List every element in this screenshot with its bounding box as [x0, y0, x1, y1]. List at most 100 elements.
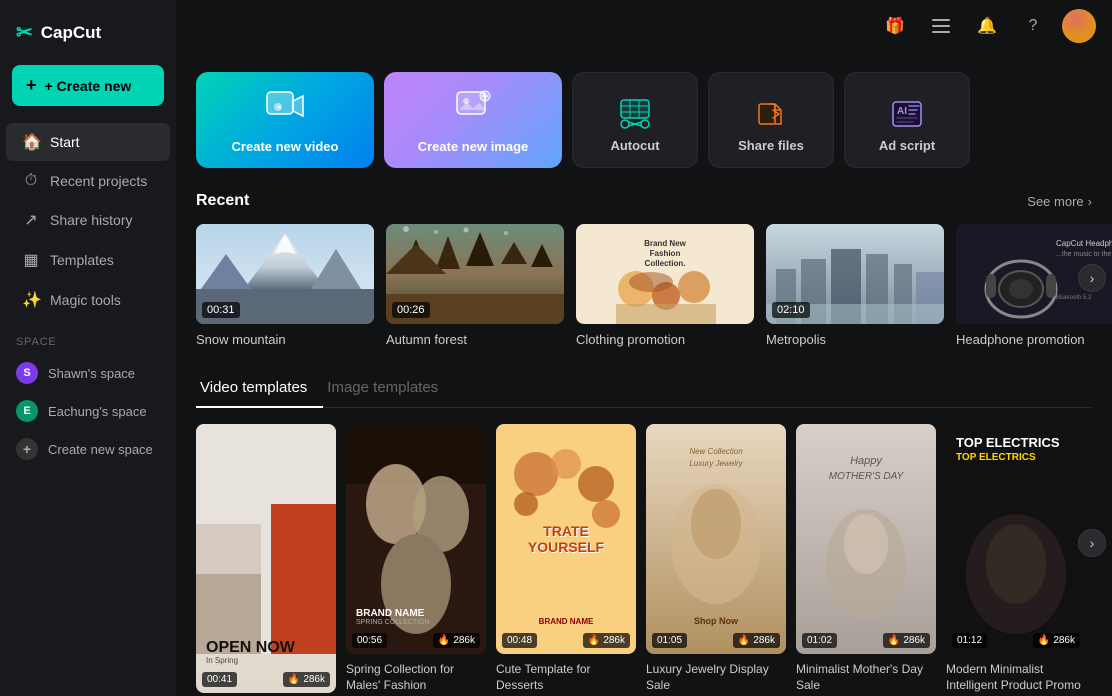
sidebar-item-templates-label: Templates [50, 252, 114, 268]
svg-text:Bluetooth 5.2: Bluetooth 5.2 [1056, 295, 1092, 301]
svg-text:Luxury Jewelry: Luxury Jewelry [689, 459, 743, 468]
sidebar-item-recent[interactable]: ⏱ Recent projects [6, 163, 170, 199]
sidebar-item-start-label: Start [50, 134, 80, 150]
recent-grid: 00:31 Snow mountain [196, 224, 1092, 347]
create-video-card[interactable]: Create new video [196, 72, 374, 168]
metropolis-time: 02:10 [772, 302, 810, 318]
t6-duration: 01:12 [952, 633, 987, 648]
ad-script-label: Ad script [879, 138, 935, 153]
template-womens-outfits[interactable]: OPEN NOW In Spring 00:41 🔥 286k Collecti… [196, 424, 336, 693]
template-t1-thumb: OPEN NOW In Spring 00:41 🔥 286k [196, 424, 336, 693]
project-snow[interactable]: 00:31 Snow mountain [196, 224, 374, 347]
forest-thumb: 00:26 [386, 224, 564, 324]
fire-icon-t3: 🔥 [588, 635, 600, 646]
quick-actions-row: Create new video Create new image [196, 72, 1092, 168]
metropolis-thumb: 02:10 [766, 224, 944, 324]
t1-likes: 🔥 286k [283, 672, 330, 687]
autocut-label: Autocut [610, 138, 659, 153]
metropolis-name: Metropolis [766, 332, 944, 347]
create-new-button[interactable]: + + Create new [12, 65, 164, 106]
space-item-eachung[interactable]: E Eachung's space [0, 392, 176, 430]
space-item-new[interactable]: + Create new space [0, 430, 176, 468]
tab-image-templates[interactable]: Image templates [323, 371, 454, 408]
template-desserts[interactable]: TRATE YOURSELF BRAND NAME 00:48 🔥 286k C… [496, 424, 636, 693]
template-grid: OPEN NOW In Spring 00:41 🔥 286k Collecti… [196, 424, 1092, 693]
svg-text:Shop Now: Shop Now [694, 616, 739, 626]
sidebar-item-templates[interactable]: ▦ Templates [6, 241, 170, 279]
t6-likes: 🔥 286k [1033, 633, 1080, 648]
chevron-right-icon: › [1088, 194, 1092, 209]
snow-time: 00:31 [202, 302, 240, 318]
template-minimalist-promo[interactable]: TOP ELECTRICS TOP ELECTRICS 01:12 🔥 286k… [946, 424, 1086, 693]
sidebar-item-share-label: Share history [50, 212, 132, 228]
t5-duration: 01:02 [802, 633, 837, 648]
new-space-avatar: + [16, 438, 38, 460]
gift-icon[interactable]: 🎁 [878, 9, 912, 43]
headphone-name: Headphone promotion [956, 332, 1112, 347]
create-image-label: Create new image [418, 139, 529, 154]
sidebar: ✂ CapCut + + Create new 🏠 Start ⏱ Recent… [0, 0, 176, 696]
svg-text:AI: AI [897, 106, 907, 117]
clothing-thumb: Brand New Fashion Collection. [576, 224, 754, 324]
template-mothers-day[interactable]: Happy MOTHER'S DAY 01:02 🔥 286k Minimali… [796, 424, 936, 693]
video-card-icon [265, 88, 305, 129]
menu-icon[interactable] [924, 9, 958, 43]
space-section-label: SPACE [0, 320, 176, 354]
shawn-space-label: Shawn's space [48, 366, 135, 381]
sidebar-item-share[interactable]: ↗ Share history [6, 201, 170, 239]
templates-scroll-right[interactable]: › [1078, 529, 1106, 557]
template-t5-thumb: Happy MOTHER'S DAY 01:02 🔥 286k [796, 424, 936, 654]
image-card-icon [453, 88, 493, 129]
share-files-label: Share files [738, 138, 804, 153]
fire-icon-t2: 🔥 [438, 635, 450, 646]
create-plus-icon: + [26, 75, 37, 96]
fire-icon: 🔥 [288, 674, 300, 685]
user-avatar[interactable] [1062, 9, 1096, 43]
topbar: 🎁 🔔 ? [176, 0, 1112, 52]
svg-text:CapCut Headphone: CapCut Headphone [1056, 239, 1112, 248]
sidebar-item-start[interactable]: 🏠 Start [6, 123, 170, 161]
templates-icon: ▦ [22, 250, 40, 270]
clothing-name: Clothing promotion [576, 332, 754, 347]
t4-likes: 🔥 286k [733, 633, 780, 648]
shawn-avatar: S [16, 362, 38, 384]
recent-header: Recent See more › [196, 192, 1092, 210]
template-t4-thumb: New Collection Luxury Jewelry Shop Now 0… [646, 424, 786, 654]
t5-name: Minimalist Mother's Day Sale [796, 662, 936, 693]
share-files-card[interactable]: Share files [708, 72, 834, 168]
ad-script-card[interactable]: AI Ad script [844, 72, 970, 168]
tab-video-templates[interactable]: Video templates [196, 371, 323, 408]
project-clothing[interactable]: Brand New Fashion Collection. Clothing p… [576, 224, 754, 347]
template-males-fashion[interactable]: BRAND NAME SPRING COLLECTION 00:56 🔥 286… [346, 424, 486, 693]
ad-script-icon-box: AI [889, 96, 925, 132]
notification-icon[interactable]: 🔔 [970, 9, 1004, 43]
template-jewelry[interactable]: New Collection Luxury Jewelry Shop Now 0… [646, 424, 786, 693]
eachung-avatar: E [16, 400, 38, 422]
project-forest[interactable]: 00:26 Autumn forest [386, 224, 564, 347]
template-t2-thumb: BRAND NAME SPRING COLLECTION 00:56 🔥 286… [346, 424, 486, 654]
see-more-button[interactable]: See more › [1027, 194, 1092, 209]
recent-section: Recent See more › [196, 192, 1092, 347]
t2-likes: 🔥 286k [433, 633, 480, 648]
template-t3-thumb: TRATE YOURSELF BRAND NAME 00:48 🔥 286k [496, 424, 636, 654]
t4-name: Luxury Jewelry Display Sale [646, 662, 786, 693]
sidebar-item-magic[interactable]: ✨ Magic tools [6, 281, 170, 319]
autocut-card[interactable]: Autocut [572, 72, 698, 168]
app-logo: ✂ CapCut [0, 12, 176, 61]
space-item-shawn[interactable]: S Shawn's space [0, 354, 176, 392]
create-image-card[interactable]: Create new image [384, 72, 562, 168]
t3-likes: 🔥 286k [583, 633, 630, 648]
share-nav-icon: ↗ [22, 210, 40, 230]
magic-icon: ✨ [22, 290, 40, 310]
svg-text:Brand New: Brand New [644, 239, 687, 248]
project-metropolis[interactable]: 02:10 Metropolis [766, 224, 944, 347]
svg-text:Happy: Happy [850, 455, 883, 467]
t2-name: Spring Collection for Males' Fashion [346, 662, 486, 693]
t4-duration: 01:05 [652, 633, 687, 648]
help-icon[interactable]: ? [1016, 9, 1050, 43]
recent-scroll-right[interactable]: › [1078, 264, 1106, 292]
template-t6-thumb: TOP ELECTRICS TOP ELECTRICS 01:12 🔥 286k [946, 424, 1086, 654]
template-tabs: Video templates Image templates [196, 371, 1092, 408]
snow-name: Snow mountain [196, 332, 374, 347]
fire-icon-t6: 🔥 [1038, 635, 1050, 646]
